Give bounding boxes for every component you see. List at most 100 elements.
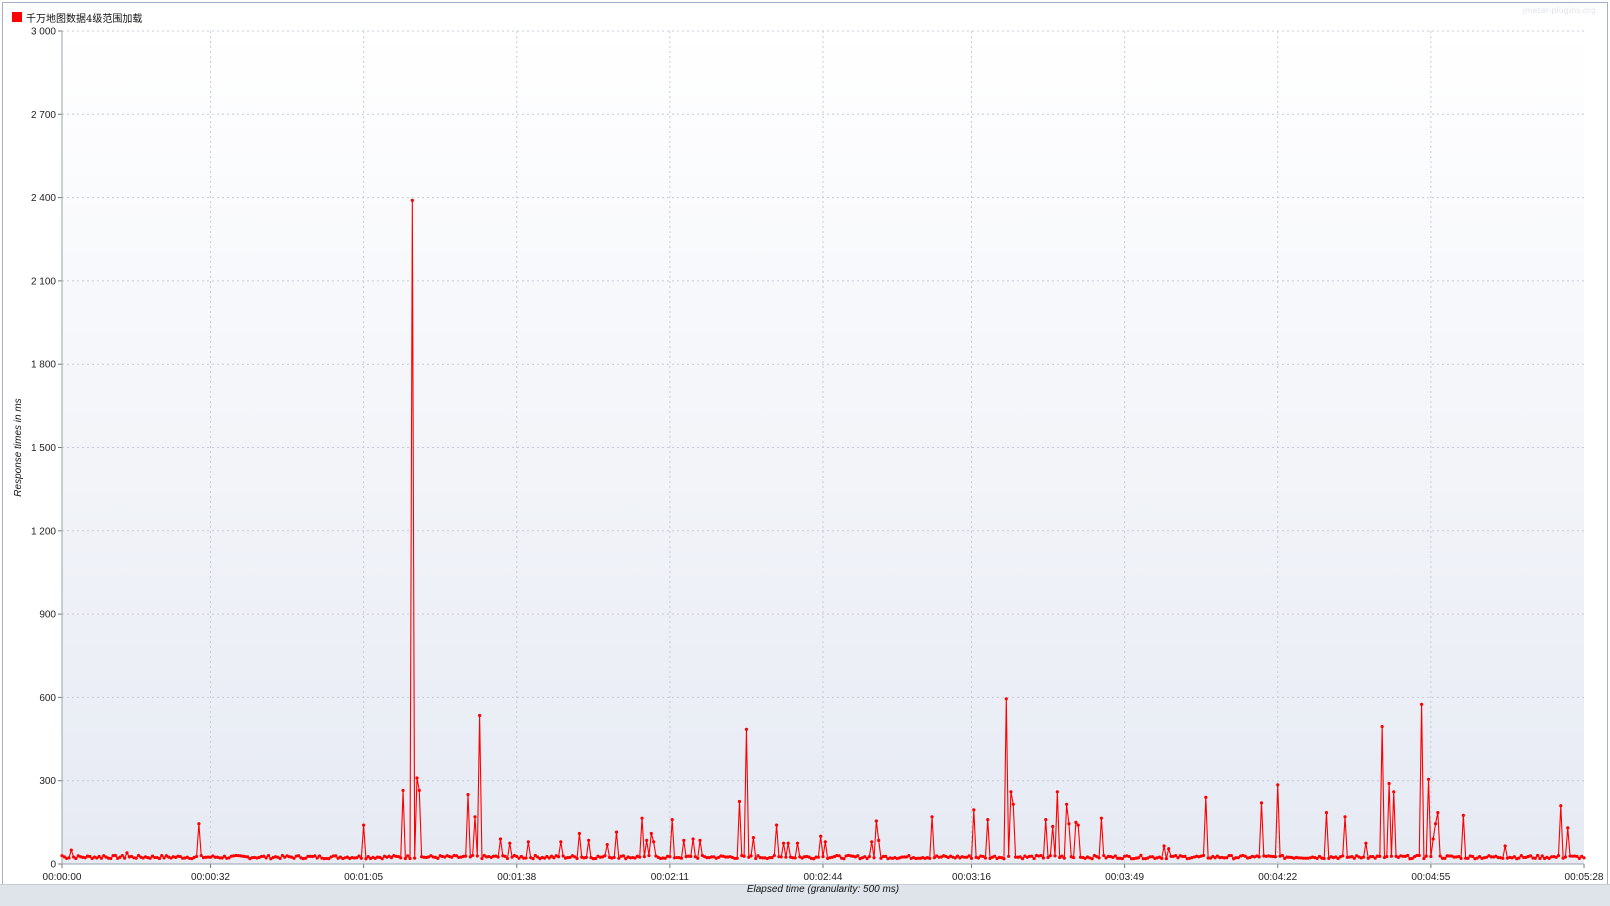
data-point [123,856,127,860]
y-tick-label: 3 000 [31,27,56,38]
data-point [1389,854,1394,858]
data-point [1436,811,1440,815]
y-tick-label: 900 [39,610,56,621]
data-point [605,842,609,847]
data-point [647,853,651,858]
data-point [1062,856,1066,860]
data-point [1419,702,1424,706]
y-tick-label: 0 [50,860,56,871]
data-point [612,855,616,860]
data-point [1164,857,1168,861]
data-point [415,776,419,780]
y-tick-label: 2 400 [31,193,56,204]
data-point [357,854,361,858]
data-point [1136,856,1141,860]
data-point [775,823,779,827]
data-point [993,854,997,858]
data-point [1364,841,1368,845]
data-point [466,792,470,797]
data-point [1076,823,1080,827]
data-point [1090,857,1094,861]
data-point [1041,856,1046,860]
data-point [679,856,684,860]
data-point [1276,783,1280,787]
data-point [1429,854,1433,859]
data-point [1055,790,1059,794]
data-point [503,854,507,858]
data-point [614,830,619,834]
data-point [403,856,407,861]
data-point [1361,855,1366,859]
data-point [816,855,820,859]
data-point [1556,854,1561,858]
data-point [1011,802,1015,806]
data-point [99,856,104,860]
data-point [1009,790,1013,794]
data-point [408,856,412,861]
data-point [1566,826,1570,830]
data-point [652,840,656,844]
data-point [1032,856,1036,861]
data-point [795,841,800,845]
data-point [1030,854,1034,858]
data-point [1167,847,1171,851]
data-point [1424,854,1428,858]
data-point [1536,853,1540,858]
data-point [969,856,974,860]
data-point [125,851,129,855]
y-tick-label: 1 200 [31,526,56,537]
data-point [120,853,124,858]
data-point [1387,781,1391,786]
data-point [1392,790,1396,794]
data-point [1341,854,1345,858]
x-tick-label: 00:03:49 [1105,872,1144,883]
data-point [524,856,528,860]
data-point [1204,795,1208,799]
data-point [584,855,588,859]
data-point [362,823,366,827]
data-point [577,831,581,836]
data-point [69,848,73,852]
data-point [278,856,282,861]
data-point [1422,856,1426,861]
data-point [928,856,932,860]
data-point [1417,853,1421,858]
data-point [837,854,841,858]
data-point [682,838,686,843]
data-point [781,841,786,845]
data-point [1461,813,1465,818]
data-point [1065,802,1069,806]
x-axis-title: Elapsed time (granularity: 500 ms) [747,884,899,895]
data-point [1099,816,1104,820]
data-point [531,857,535,861]
data-point [1433,822,1438,826]
data-point [1229,853,1233,858]
data-point [793,856,797,860]
data-point [1343,815,1347,819]
data-point [642,855,646,859]
x-tick-label: 00:03:16 [952,872,991,883]
data-point [413,856,417,860]
data-point [1471,854,1475,859]
data-point [1426,777,1431,781]
data-point [1004,697,1008,701]
data-point [399,856,403,860]
data-point [1162,844,1166,848]
x-tick-label: 00:00:32 [191,872,230,883]
x-tick-label: 00:02:11 [651,872,690,883]
data-point [317,854,322,858]
data-point [480,856,484,861]
data-point [649,831,653,836]
data-point [380,857,384,861]
data-point [1540,854,1544,858]
data-point [872,856,876,860]
data-point [751,836,756,840]
data-point [559,840,563,844]
data-point [1007,854,1011,858]
data-point [1431,837,1435,841]
data-point [1044,817,1048,822]
data-point [603,854,607,858]
data-point [464,854,468,858]
data-point [194,854,199,859]
data-point [754,856,758,861]
